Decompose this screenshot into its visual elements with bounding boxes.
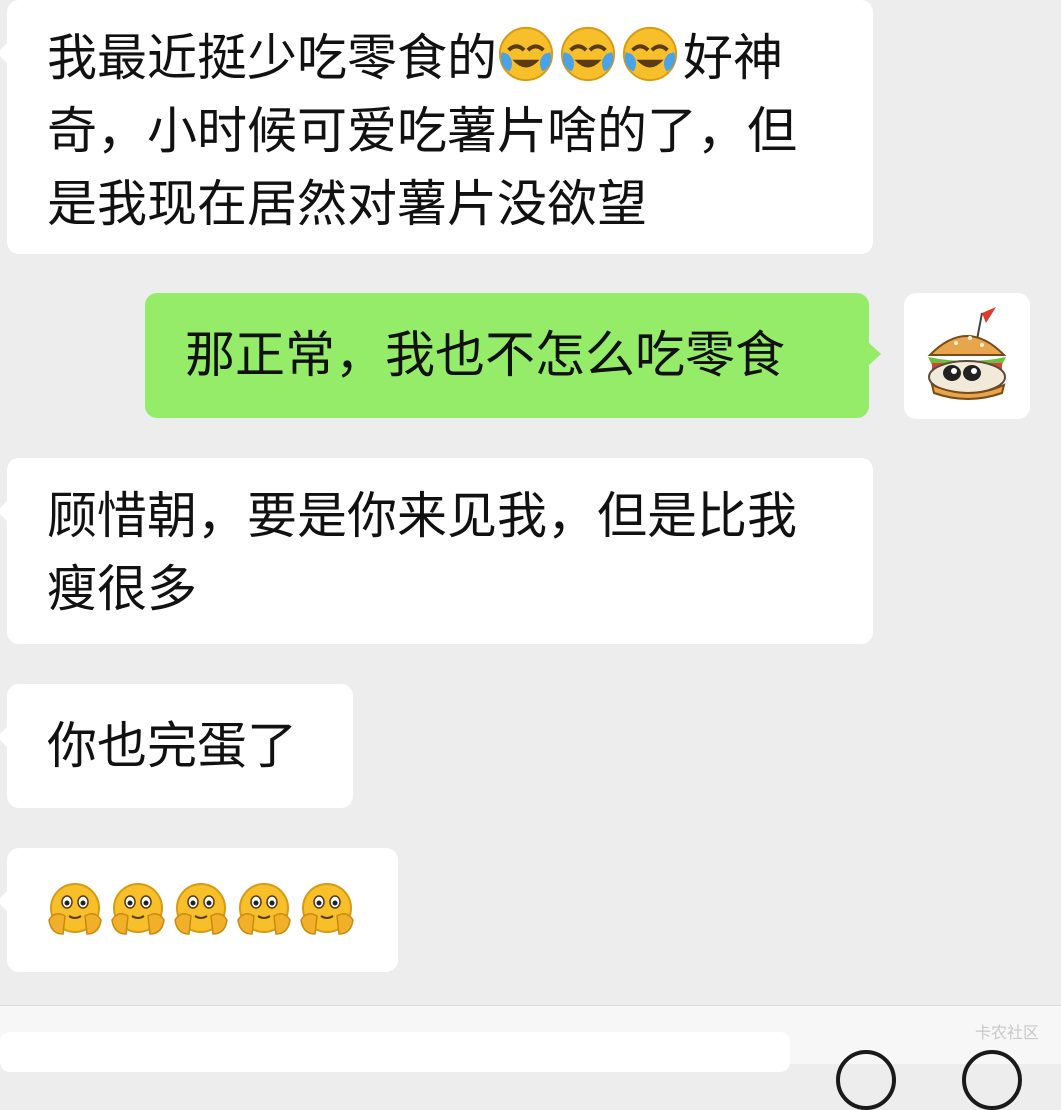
- hamburger-cat-sticker-icon: [927, 307, 1007, 400]
- watermark: 卡农社区: [974, 1023, 1039, 1042]
- bubble-tail: [868, 342, 881, 366]
- tears-of-joy-emoji-row: [497, 26, 683, 87]
- shy-face-icon: [237, 883, 291, 935]
- shy-face-icon: [111, 883, 165, 935]
- bubble-tail: [0, 890, 8, 912]
- message-input[interactable]: [0, 1032, 790, 1072]
- message-bubble-3[interactable]: 顾惜朝，要是你来见我，但是比我瘦很多: [0, 458, 873, 644]
- bubble-tail: [0, 726, 8, 748]
- message-bubble-5[interactable]: [0, 848, 398, 972]
- message-text: 那正常，我也不怎么吃零食: [185, 326, 785, 384]
- bubble-tail: [0, 500, 8, 522]
- face-with-tears-of-joy-icon: [560, 26, 616, 82]
- message-text: 顾惜朝，要是你来见我，但是比我瘦很多: [47, 487, 797, 618]
- face-with-tears-of-joy-icon: [498, 26, 554, 82]
- avatar[interactable]: [904, 293, 1030, 419]
- face-with-tears-of-joy-icon: [622, 26, 678, 82]
- more-button[interactable]: [962, 1050, 1022, 1110]
- emoji-button[interactable]: [836, 1050, 896, 1110]
- message-bubble-4[interactable]: 你也完蛋了: [0, 684, 353, 808]
- shy-face-icon: [300, 883, 354, 935]
- shy-face-icon: [174, 883, 228, 935]
- message-bubble-1[interactable]: 我最近挺少吃零食的 好神奇，小时候可爱吃薯片啥的了，但是我现在居然对薯片没欲望: [0, 0, 873, 254]
- message-text: 我最近挺少吃零食的 好神奇，小时候可爱吃薯片啥的了，但是我现在居然对薯片没欲望: [47, 22, 843, 241]
- message-bubble-2[interactable]: 那正常，我也不怎么吃零食: [145, 293, 881, 418]
- shy-face-icon: [48, 883, 102, 935]
- bubble-tail: [0, 42, 8, 64]
- message-text: 你也完蛋了: [47, 717, 297, 775]
